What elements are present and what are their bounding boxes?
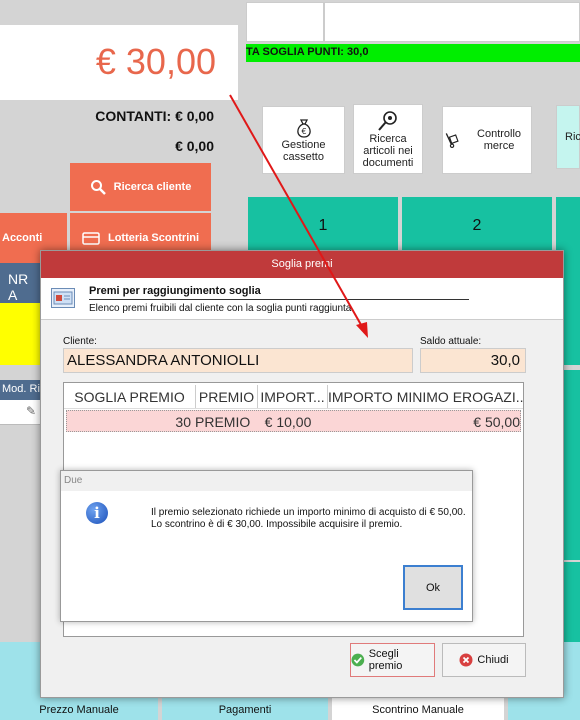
balance-label: Saldo attuale:	[420, 336, 482, 347]
cell-prize: PREMIO	[195, 414, 251, 430]
hand-truck-icon	[445, 133, 459, 148]
svg-text:€: €	[301, 127, 306, 136]
column-header[interactable]: PREMIO	[196, 385, 258, 408]
keypad-1[interactable]: 1	[248, 197, 398, 255]
column-header[interactable]: IMPORT...	[258, 385, 328, 408]
total-amount-panel: € 30,00	[0, 25, 238, 100]
top-display-box	[324, 2, 580, 42]
pencil-icon[interactable]: ✎	[26, 404, 36, 418]
search-customer-label: Ricerca cliente	[113, 181, 192, 193]
totals-panel: CONTANTI: € 0,00 € 0,00	[0, 100, 238, 162]
keypad-2[interactable]: 2	[402, 197, 552, 255]
ok-button[interactable]: Ok	[403, 565, 463, 610]
goods-check-label: Controllo merce	[477, 128, 522, 152]
yellow-panel	[0, 303, 40, 365]
cell-threshold: 30	[175, 414, 191, 430]
message-box-title: Due	[64, 475, 83, 486]
keypad-3[interactable]	[556, 197, 580, 255]
cell-amount: € 10,00	[264, 414, 312, 430]
payments-label: Pagamenti	[218, 704, 272, 716]
mod-column-header: Mod. Ri	[0, 380, 40, 400]
dialog-subheading: Elenco premi fruibili dal cliente con la…	[89, 303, 352, 314]
search-docs-label: Ricerca articoli nei documenti	[362, 133, 414, 169]
nr-label: NR A	[0, 263, 40, 303]
manual-price-label: Prezzo Manuale	[39, 704, 119, 716]
ric-button[interactable]: Ric	[556, 105, 580, 169]
manual-receipt-label: Scontrino Manuale	[372, 704, 464, 716]
search-docs-button[interactable]: Ricerca articoli nei documenti	[353, 104, 423, 174]
heading-divider	[89, 299, 469, 300]
dialog-header: Premi per raggiungimento soglia Elenco p…	[41, 278, 563, 320]
money-bag-icon: €	[296, 119, 311, 138]
lottery-label: Lotteria Scontrini	[107, 232, 200, 244]
column-header[interactable]: IMPORTO MINIMO EROGAZI...	[328, 385, 523, 408]
card-icon	[82, 231, 100, 245]
ric-label: Ric	[565, 131, 580, 143]
dialog-heading: Premi per raggiungimento soglia	[89, 285, 261, 297]
message-line: Lo scontrino è di € 30,00. Impossibile a…	[151, 519, 403, 530]
check-icon	[351, 653, 365, 667]
goods-check-button[interactable]: Controllo merce	[442, 106, 532, 174]
close-button[interactable]: Chiudi	[442, 643, 526, 677]
cash-drawer-button[interactable]: € Gestione cassetto	[262, 106, 345, 174]
search-icon	[90, 180, 106, 195]
window-icon	[51, 288, 75, 308]
cell-min-amount: € 50,00	[473, 414, 520, 430]
cash-drawer-label: Gestione cassetto	[281, 139, 326, 163]
change-total: € 0,00	[175, 138, 214, 154]
choose-prize-label: Scegli premio	[368, 648, 403, 672]
choose-prize-button[interactable]: Scegli premio	[350, 643, 435, 677]
table-row[interactable]: 30 PREMIO € 10,00 € 50,00	[66, 410, 521, 432]
cash-total: CONTANTI: € 0,00	[95, 108, 214, 124]
customer-label: Cliente:	[63, 336, 97, 347]
column-header[interactable]: SOGLIA PREMIO	[64, 385, 196, 408]
search-customer-button[interactable]: Ricerca cliente	[70, 163, 211, 211]
info-icon: i	[86, 502, 108, 524]
table-header: SOGLIA PREMIO PREMIO IMPORT... IMPORTO M…	[64, 385, 523, 409]
points-threshold-banner: TA SOGLIA PUNTI: 30,0	[246, 44, 580, 62]
close-icon	[459, 653, 473, 667]
total-amount: € 30,00	[95, 41, 216, 82]
magnifier-icon	[378, 111, 397, 131]
mod-row[interactable]: ✎	[0, 400, 40, 425]
message-line: Il premio selezionato richiede un import…	[151, 507, 466, 518]
customer-field[interactable]: ALESSANDRA ANTONIOLLI	[63, 348, 413, 373]
close-label: Chiudi	[477, 654, 509, 666]
dialog-titlebar[interactable]: Soglia premi	[41, 251, 563, 278]
balance-field[interactable]: 30,0	[420, 348, 526, 373]
top-input-box[interactable]	[246, 2, 324, 42]
keypad-1-label: 1	[318, 217, 328, 234]
acconti-label: Acconti	[2, 232, 43, 244]
keypad-2-label: 2	[472, 217, 482, 234]
